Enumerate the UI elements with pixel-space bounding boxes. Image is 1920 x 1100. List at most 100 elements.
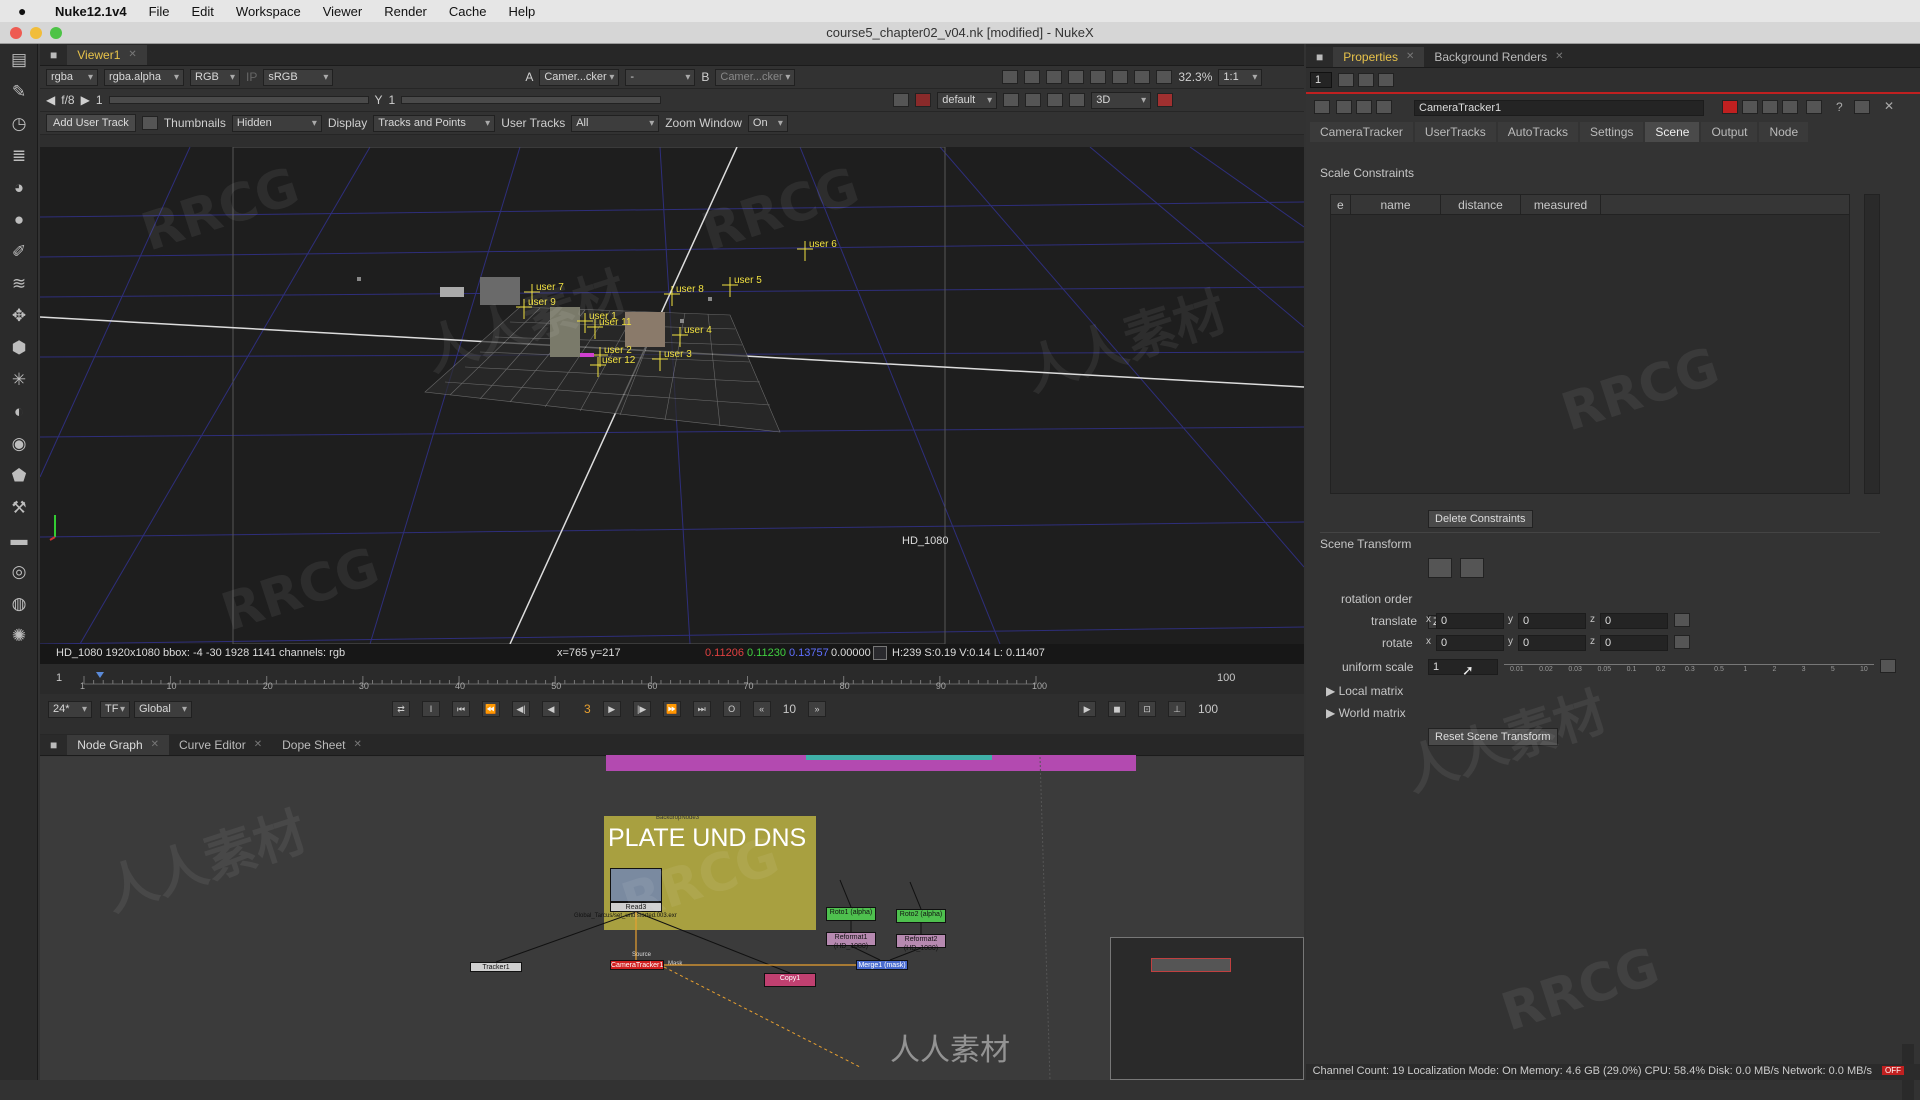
tf-dropdown[interactable]: TF [100, 700, 130, 718]
file-icon[interactable] [1428, 558, 1452, 578]
play-icon[interactable]: ▶ [602, 701, 621, 717]
out-point-icon[interactable]: O [722, 701, 741, 717]
close-icon[interactable]: ✕ [354, 735, 362, 755]
frame-icon[interactable] [1024, 70, 1041, 84]
rotate-z-field[interactable]: 0 [1600, 635, 1668, 651]
menu-cache[interactable]: Cache [438, 4, 498, 19]
undo-icon[interactable] [1762, 100, 1778, 114]
overlay-icon[interactable] [1068, 70, 1085, 84]
axis-icon[interactable] [1460, 558, 1484, 578]
menu-file[interactable]: File [138, 4, 181, 19]
metadata-icon[interactable]: ⬟ [0, 460, 38, 492]
checker-icon[interactable] [1046, 70, 1063, 84]
time-icon[interactable]: ◷ [0, 108, 38, 140]
camera-icon[interactable] [1003, 93, 1020, 107]
user-track-user-6[interactable]: user 6 [797, 239, 837, 261]
toolsets-icon[interactable]: ⚒ [0, 492, 38, 524]
menu-edit[interactable]: Edit [181, 4, 225, 19]
keyer-icon[interactable]: ✐ [0, 236, 38, 268]
add-track-icon[interactable] [141, 116, 158, 130]
tab-properties[interactable]: Properties ✕ [1333, 47, 1425, 67]
draw-icon[interactable]: ✎ [0, 76, 38, 108]
frame-arrow-icon[interactable]: ▶ [81, 93, 90, 107]
lock-icon[interactable]: ⊡ [1138, 701, 1157, 717]
panel-menu-icon[interactable]: ■ [40, 735, 68, 755]
list-icon[interactable] [1025, 93, 1042, 107]
next-key-icon[interactable]: ⏩ [662, 701, 681, 717]
column-measured[interactable]: measured [1521, 195, 1601, 214]
viewer-lut-dropdown[interactable]: default [937, 91, 998, 109]
zoom-window-dropdown[interactable]: On [747, 114, 788, 132]
image-icon[interactable]: ▤ [0, 44, 38, 76]
node-color-swatch[interactable] [1722, 100, 1738, 114]
curve-icon[interactable] [1674, 635, 1690, 649]
cache-icon[interactable]: ◼ [1108, 701, 1127, 717]
add-user-track-button[interactable]: Add User Track [46, 114, 136, 132]
ocula-icon[interactable]: ◍ [0, 588, 38, 620]
curve-icon[interactable] [1880, 659, 1896, 673]
merge-icon[interactable]: ≋ [0, 268, 38, 300]
close-window-button[interactable] [10, 27, 22, 39]
float-icon[interactable] [1854, 100, 1870, 114]
gain-slider[interactable] [108, 96, 369, 104]
tab-curve-editor[interactable]: Curve Editor ✕ [169, 735, 272, 755]
refresh-icon[interactable] [1112, 70, 1129, 84]
close-icon[interactable]: ✕ [254, 735, 262, 755]
particles-icon[interactable]: ✳ [0, 364, 38, 396]
display-dropdown[interactable]: Tracks and Points [373, 114, 496, 132]
menu-viewer[interactable]: Viewer [312, 4, 374, 19]
loop-icon[interactable]: ⇄ [392, 701, 410, 717]
tab-autotracks[interactable]: AutoTracks [1497, 122, 1579, 142]
roi-icon[interactable] [1002, 70, 1019, 84]
gamma-slider[interactable] [401, 96, 662, 104]
column-distance[interactable]: distance [1441, 195, 1521, 214]
range-icon[interactable]: ⊥ [1168, 701, 1187, 717]
clear-panels-icon[interactable] [1358, 73, 1374, 87]
color-icon[interactable]: ◕ [0, 172, 38, 204]
tab-node[interactable]: Node [1759, 122, 1809, 142]
menu-help[interactable]: Help [497, 4, 546, 19]
deep-icon[interactable]: ◐ [0, 396, 38, 428]
play-back-icon[interactable]: ◀ [542, 701, 560, 717]
zoom-window-button[interactable] [50, 27, 62, 39]
delete-constraints-button[interactable]: Delete Constraints [1428, 510, 1533, 528]
lut-dropdown[interactable]: sRGB [263, 68, 334, 86]
tab-usertracks[interactable]: UserTracks [1414, 122, 1496, 142]
local-matrix-toggle[interactable]: ▶ Local matrix [1326, 684, 1403, 698]
paint-icon[interactable] [1157, 93, 1174, 107]
display-mode-dropdown[interactable]: RGB [190, 68, 240, 86]
tab-scene[interactable]: Scene [1645, 122, 1700, 142]
playhead[interactable] [96, 672, 104, 678]
channels-dropdown[interactable]: rgba [46, 68, 98, 86]
tab-node-graph[interactable]: Node Graph ✕ [67, 735, 170, 755]
first-frame-icon[interactable]: ⏮ [452, 701, 470, 717]
tab-output[interactable]: Output [1701, 122, 1758, 142]
column-e[interactable]: e [1331, 195, 1351, 214]
3d-viewport[interactable]: user 6 user 7 user 9 user 8 user 5 user 1 user… [40, 147, 1304, 644]
user-tracks-dropdown[interactable]: All [571, 114, 660, 132]
curve-icon[interactable] [1047, 93, 1064, 107]
user-track-user-5[interactable]: user 5 [722, 275, 762, 297]
close-icon[interactable]: ✕ [1884, 99, 1894, 113]
node-color-icon[interactable] [1356, 100, 1372, 114]
scale-constraints-table[interactable]: e name distance measured [1330, 194, 1850, 494]
gain-value[interactable]: 1 [96, 93, 103, 107]
thumbnails-dropdown[interactable]: Hidden [231, 114, 322, 132]
translate-x-field[interactable]: 0 [1436, 613, 1504, 629]
in-point-icon[interactable]: I [422, 701, 440, 717]
close-icon[interactable]: ✕ [128, 45, 136, 65]
fstop-value[interactable]: f/8 [61, 93, 74, 107]
tab-viewer1[interactable]: Viewer1 ✕ [67, 45, 147, 65]
skip-back-icon[interactable]: « [752, 701, 771, 717]
translate-z-field[interactable]: 0 [1600, 613, 1668, 629]
3d-icon[interactable]: ⬢ [0, 332, 38, 364]
collapse-icon[interactable] [1314, 100, 1330, 114]
transform-icon[interactable]: ✥ [0, 300, 38, 332]
clip-warning-icon[interactable] [893, 93, 910, 107]
zoom-readout[interactable]: 32.3% [1178, 70, 1212, 84]
settings-icon[interactable] [1134, 70, 1151, 84]
alpha-dropdown[interactable]: rgba.alpha [104, 68, 184, 86]
channel-icon[interactable]: ≣ [0, 140, 38, 172]
table-scrollbar[interactable] [1864, 194, 1880, 494]
increment-value[interactable]: 10 [783, 702, 796, 716]
